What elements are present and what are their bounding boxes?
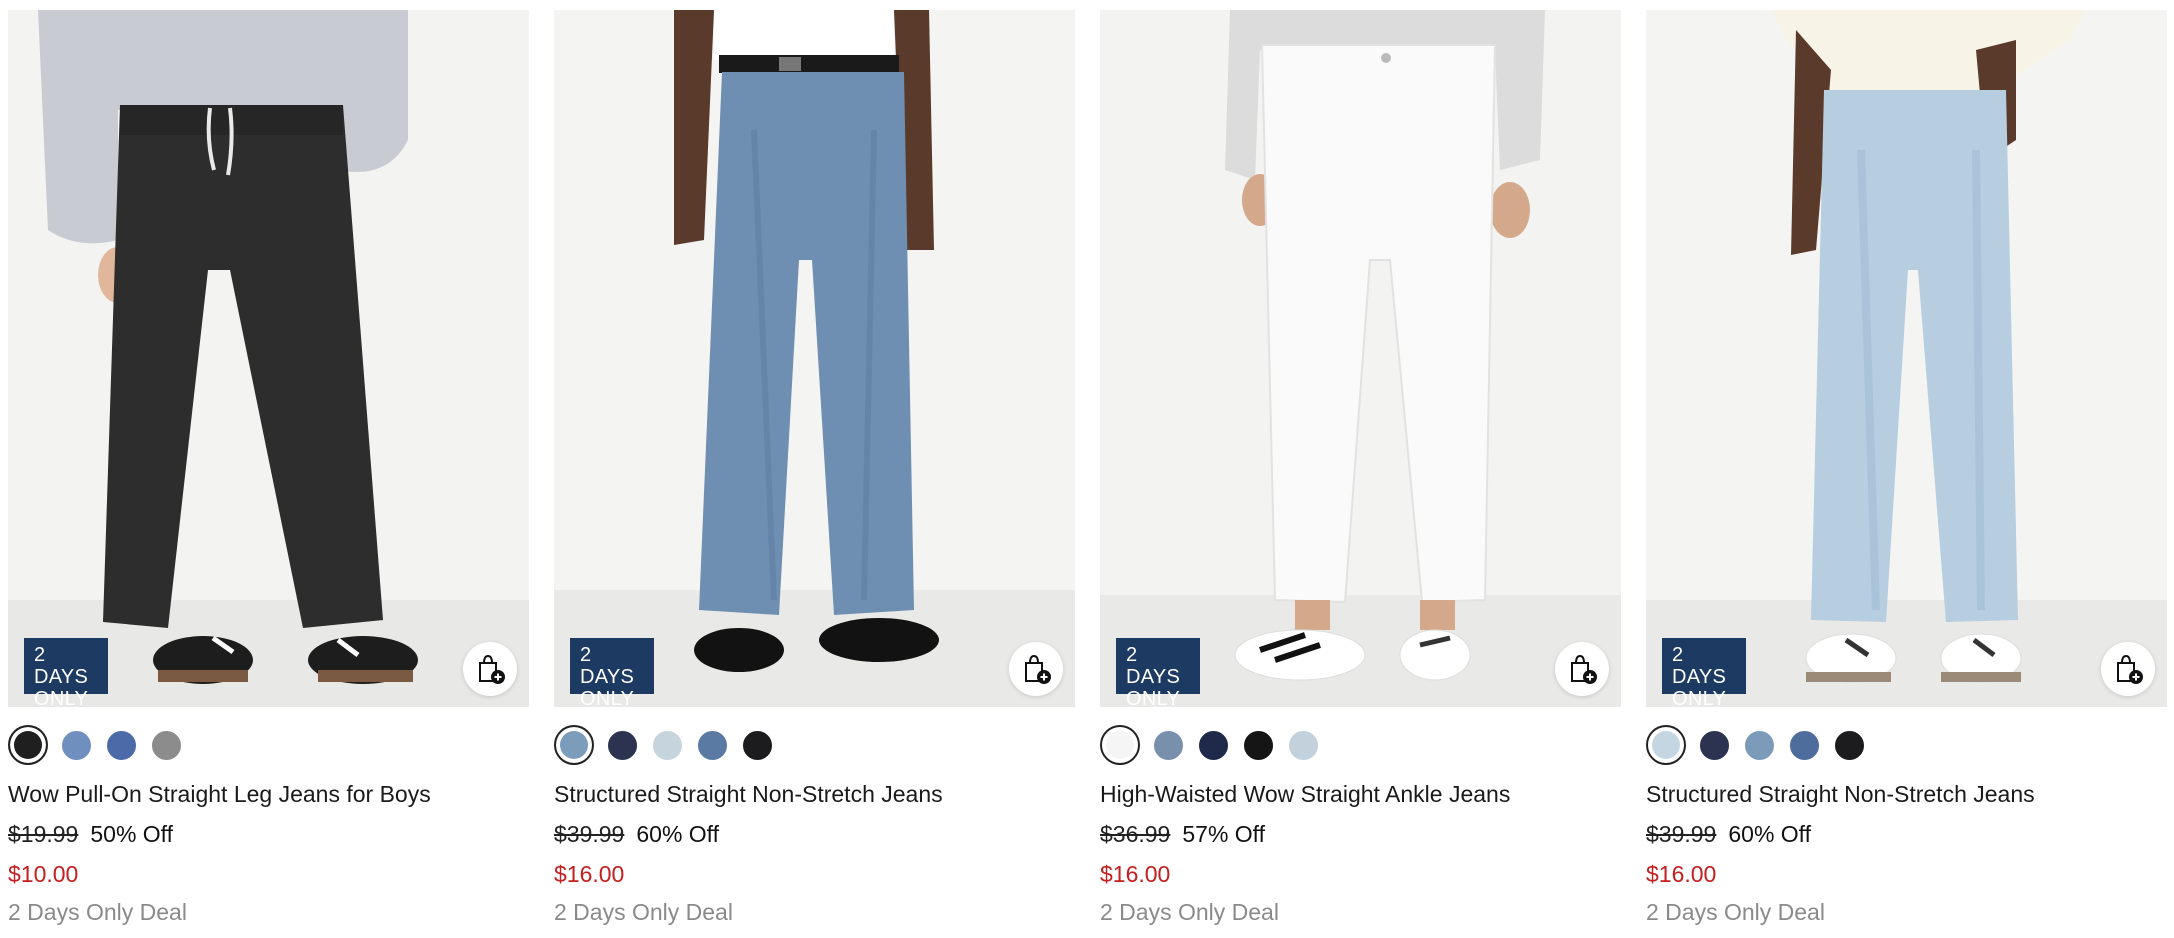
shopping-bag-plus-icon	[2117, 654, 2143, 684]
color-swatch[interactable]	[696, 728, 729, 762]
product-image[interactable]: 2 DAYS ONLY	[1100, 10, 1621, 707]
product-card[interactable]: 2 DAYS ONLY High-Waisted Wow Straight An…	[1100, 10, 1621, 927]
product-grid: 2 DAYS ONLY Wow Pull-On Straight Leg Jea…	[8, 10, 2167, 927]
color-swatch-selected[interactable]	[1100, 725, 1140, 765]
deal-text: 2 Days Only Deal	[8, 899, 187, 925]
sale-price: $16.00	[554, 861, 625, 887]
product-title[interactable]: Structured Straight Non-Stretch Jeans	[554, 779, 1075, 809]
badge-line-2: ONLY	[580, 688, 635, 707]
deal-text: 2 Days Only Deal	[1646, 899, 1825, 925]
color-swatch-selected[interactable]	[554, 725, 594, 765]
add-to-bag-button[interactable]	[1555, 642, 1609, 696]
product-image[interactable]: 2 DAYS ONLY	[1646, 10, 2167, 707]
product-card[interactable]: 2 DAYS ONLY Structured Straight Non-Stre…	[1646, 10, 2167, 927]
discount-label: 60% Off	[1728, 821, 1812, 847]
original-price: $39.99	[1646, 821, 1717, 847]
original-price: $19.99	[8, 821, 79, 847]
price-row: $19.99 50% Off	[8, 819, 529, 849]
product-card[interactable]: 2 DAYS ONLY Structured Straight Non-Stre…	[554, 10, 1075, 927]
deal-text: 2 Days Only Deal	[1100, 899, 1279, 925]
color-swatch[interactable]	[150, 728, 183, 762]
badge-line-2: ONLY	[34, 688, 89, 707]
product-title[interactable]: Structured Straight Non-Stretch Jeans	[1646, 779, 2167, 809]
price-row: $36.99 57% Off	[1100, 819, 1621, 849]
product-photo-boys-black-jeans	[8, 10, 529, 707]
discount-label: 50% Off	[90, 821, 174, 847]
original-price: $39.99	[554, 821, 625, 847]
color-swatch[interactable]	[1287, 728, 1320, 762]
color-swatch[interactable]	[1833, 728, 1866, 762]
color-swatch[interactable]	[1743, 728, 1776, 762]
color-swatch[interactable]	[1197, 728, 1230, 762]
color-swatch[interactable]	[60, 728, 93, 762]
discount-label: 60% Off	[636, 821, 720, 847]
color-swatch-selected[interactable]	[8, 725, 48, 765]
color-swatch[interactable]	[105, 728, 138, 762]
product-image[interactable]: 2 DAYS ONLY	[554, 10, 1075, 707]
sale-price: $10.00	[8, 861, 79, 887]
badge-line-1: 2 DAYS	[34, 644, 89, 688]
discount-label: 57% Off	[1182, 821, 1266, 847]
product-photo-womens-white-jeans	[1100, 10, 1621, 707]
color-swatch-selected[interactable]	[1646, 725, 1686, 765]
color-swatch[interactable]	[606, 728, 639, 762]
promo-badge: 2 DAYS ONLY	[24, 638, 108, 707]
product-title[interactable]: Wow Pull-On Straight Leg Jeans for Boys	[8, 779, 529, 809]
color-swatches	[8, 725, 529, 765]
product-title[interactable]: High-Waisted Wow Straight Ankle Jeans	[1100, 779, 1621, 809]
sale-price: $16.00	[1100, 861, 1171, 887]
color-swatch[interactable]	[1698, 728, 1731, 762]
color-swatch[interactable]	[1242, 728, 1275, 762]
price-row: $39.99 60% Off	[554, 819, 1075, 849]
color-swatches	[1646, 725, 2167, 765]
deal-text: 2 Days Only Deal	[554, 899, 733, 925]
product-card[interactable]: 2 DAYS ONLY Wow Pull-On Straight Leg Jea…	[8, 10, 529, 927]
color-swatch[interactable]	[1788, 728, 1821, 762]
shopping-bag-plus-icon	[479, 654, 505, 684]
add-to-bag-button[interactable]	[2101, 642, 2155, 696]
product-photo-mens-medium-wash-jeans	[554, 10, 1075, 707]
shopping-bag-plus-icon	[1025, 654, 1051, 684]
shopping-bag-plus-icon	[1571, 654, 1597, 684]
price-row: $39.99 60% Off	[1646, 819, 2167, 849]
product-photo-mens-light-wash-jeans	[1646, 10, 2167, 707]
sale-price: $16.00	[1646, 861, 1717, 887]
add-to-bag-button[interactable]	[1009, 642, 1063, 696]
badge-line-1: 2 DAYS	[1126, 644, 1181, 688]
badge-line-2: ONLY	[1126, 688, 1181, 707]
promo-badge: 2 DAYS ONLY	[1662, 638, 1746, 707]
color-swatch[interactable]	[741, 728, 774, 762]
color-swatches	[1100, 725, 1621, 765]
add-to-bag-button[interactable]	[463, 642, 517, 696]
original-price: $36.99	[1100, 821, 1171, 847]
badge-line-1: 2 DAYS	[580, 644, 635, 688]
badge-line-2: ONLY	[1672, 688, 1727, 707]
promo-badge: 2 DAYS ONLY	[1116, 638, 1200, 707]
color-swatch[interactable]	[1152, 728, 1185, 762]
promo-badge: 2 DAYS ONLY	[570, 638, 654, 707]
color-swatches	[554, 725, 1075, 765]
color-swatch[interactable]	[651, 728, 684, 762]
badge-line-1: 2 DAYS	[1672, 644, 1727, 688]
product-image[interactable]: 2 DAYS ONLY	[8, 10, 529, 707]
